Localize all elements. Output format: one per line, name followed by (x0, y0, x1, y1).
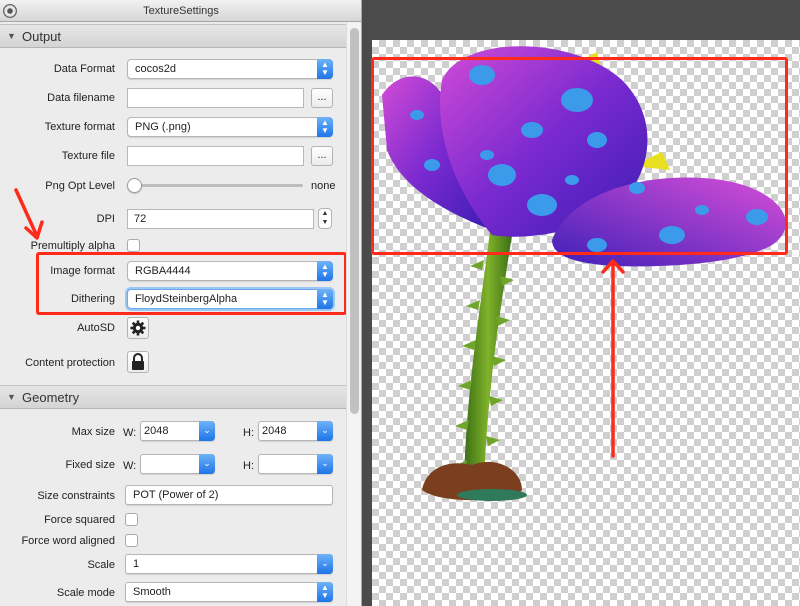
dpi-stepper[interactable]: ▲ ▼ (318, 208, 332, 229)
annotation-arrow-up-icon (601, 259, 625, 458)
annotation-arrow-icon (14, 188, 44, 240)
size-constraints-value: POT (Power of 2) (133, 489, 219, 501)
geometry-section-label: Geometry (22, 390, 80, 405)
content-protection-label: Content protection (25, 357, 115, 369)
fixed-size-label: Fixed size (65, 459, 115, 471)
annotation-canvas-box (371, 57, 788, 255)
gear-icon (130, 320, 146, 336)
fixed-size-width-combo[interactable]: ⌄ (140, 454, 215, 474)
scale-combo[interactable]: 1 ⌄ (125, 554, 333, 574)
fixed-size-h-label: H: (243, 460, 254, 472)
fixed-size-w-label: W: (123, 460, 137, 472)
autosd-label: AutoSD (77, 322, 115, 334)
data-filename-label: Data filename (47, 92, 115, 104)
select-arrows-icon: ▲ ▼ (317, 117, 333, 137)
select-arrows-icon: ▲ ▼ (317, 582, 333, 602)
texture-settings-panel: TextureSettings ▼ Output Data Format coc… (0, 0, 362, 606)
scale-mode-select[interactable]: Smooth ▲ ▼ (125, 582, 333, 602)
data-format-select[interactable]: cocos2d ▲ ▼ (127, 59, 333, 79)
texture-file-label: Texture file (61, 150, 115, 162)
force-squared-checkbox[interactable] (125, 513, 138, 526)
scale-value: 1 (133, 558, 140, 570)
data-filename-input[interactable] (127, 88, 304, 108)
max-size-height-value: 2048 (262, 425, 287, 437)
png-opt-level-value: none (311, 180, 336, 192)
png-opt-level-label: Png Opt Level (45, 180, 115, 192)
geometry-section-header[interactable]: ▼ Geometry (0, 385, 346, 409)
chevron-down-icon[interactable]: ⌄ (199, 454, 215, 474)
disclosure-triangle-icon: ▼ (7, 392, 16, 402)
autosd-button[interactable] (127, 317, 149, 339)
chevron-down-icon[interactable]: ⌄ (317, 454, 333, 474)
force-word-aligned-label: Force word aligned (21, 535, 115, 547)
force-squared-label: Force squared (44, 514, 115, 526)
max-size-width-combo[interactable]: 2048 ⌄ (140, 421, 215, 441)
texture-file-input[interactable] (127, 146, 304, 166)
size-constraints-label: Size constraints (37, 490, 115, 502)
texture-format-value: PNG (.png) (135, 121, 191, 133)
scale-mode-value: Smooth (133, 586, 171, 598)
dpi-input[interactable]: 72 (127, 209, 314, 229)
fixed-size-height-combo[interactable]: ⌄ (258, 454, 333, 474)
panel-scrollbar[interactable] (346, 22, 361, 606)
max-size-h-label: H: (243, 427, 254, 439)
data-format-value: cocos2d (135, 63, 176, 75)
dpi-label: DPI (96, 213, 115, 225)
select-arrows-icon: ▲ ▼ (317, 59, 333, 79)
max-size-height-combo[interactable]: 2048 ⌄ (258, 421, 333, 441)
data-filename-browse-button[interactable]: ... (311, 88, 333, 108)
scrollbar-thumb[interactable] (350, 28, 359, 414)
chevron-down-icon[interactable]: ⌄ (317, 421, 333, 441)
scale-mode-label: Scale mode (56, 587, 115, 599)
max-size-label: Max size (71, 426, 115, 438)
lock-icon (132, 353, 144, 370)
content-protection-button[interactable] (127, 351, 149, 373)
png-opt-level-track[interactable] (131, 184, 303, 187)
output-section-header[interactable]: ▼ Output (0, 24, 346, 48)
premultiply-alpha-checkbox[interactable] (127, 239, 140, 252)
max-size-w-label: W: (123, 427, 137, 439)
texture-format-label: Texture format (44, 121, 115, 133)
texture-format-select[interactable]: PNG (.png) ▲ ▼ (127, 117, 333, 137)
force-word-aligned-checkbox[interactable] (125, 534, 138, 547)
sprite-preview-area[interactable] (363, 0, 800, 606)
size-constraints-select[interactable]: POT (Power of 2) (125, 485, 333, 505)
max-size-width-value: 2048 (144, 425, 169, 437)
title-bar: TextureSettings (0, 0, 361, 22)
texture-file-browse-button[interactable]: ... (311, 146, 333, 166)
data-format-label: Data Format (53, 63, 115, 75)
chevron-down-icon[interactable]: ⌄ (199, 421, 215, 441)
png-opt-level-slider-knob[interactable] (127, 178, 142, 193)
output-section-label: Output (22, 29, 62, 44)
disclosure-triangle-icon: ▼ (7, 31, 16, 41)
window-title: TextureSettings (143, 5, 219, 17)
dpi-value: 72 (134, 213, 147, 225)
chevron-down-icon[interactable]: ⌄ (317, 554, 333, 574)
scale-label: Scale (87, 559, 115, 571)
annotation-highlight-box (36, 252, 347, 315)
